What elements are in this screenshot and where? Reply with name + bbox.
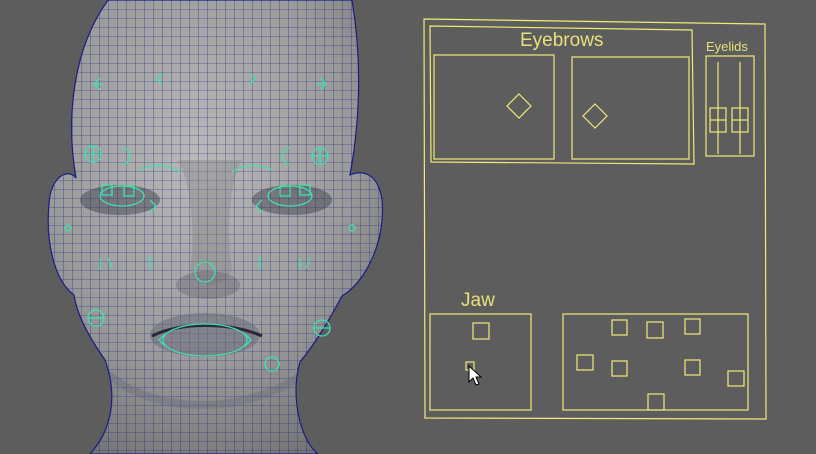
eyelids-group-frame xyxy=(705,55,755,157)
mouth-control[interactable] xyxy=(646,321,664,339)
eyebrow-left-handle[interactable] xyxy=(506,93,532,119)
mouth-control[interactable] xyxy=(727,370,745,387)
eyelids-label: Eyelids xyxy=(706,39,748,54)
eyebrow-right-pad[interactable] xyxy=(571,56,690,160)
maya-viewport[interactable] xyxy=(0,0,816,454)
facial-picker-panel xyxy=(423,18,767,420)
picker-outer-frame xyxy=(423,18,767,420)
eyebrows-label: Eyebrows xyxy=(520,30,604,51)
mouth-control[interactable] xyxy=(611,319,628,336)
mouth-pad[interactable] xyxy=(562,313,749,411)
jaw-top-handle[interactable] xyxy=(472,322,490,340)
face-mesh[interactable] xyxy=(0,0,400,454)
mouth-control[interactable] xyxy=(611,360,628,377)
mouth-control[interactable] xyxy=(684,359,701,376)
mouth-control[interactable] xyxy=(684,318,701,335)
mouth-control[interactable] xyxy=(576,354,594,371)
mouth-control[interactable] xyxy=(647,393,665,411)
jaw-label: Jaw xyxy=(461,290,495,311)
jaw-pad[interactable] xyxy=(429,313,532,411)
eyebrow-left-pad[interactable] xyxy=(433,54,555,160)
eyebrow-right-handle[interactable] xyxy=(582,103,608,129)
arrow-cursor-icon xyxy=(468,364,483,386)
